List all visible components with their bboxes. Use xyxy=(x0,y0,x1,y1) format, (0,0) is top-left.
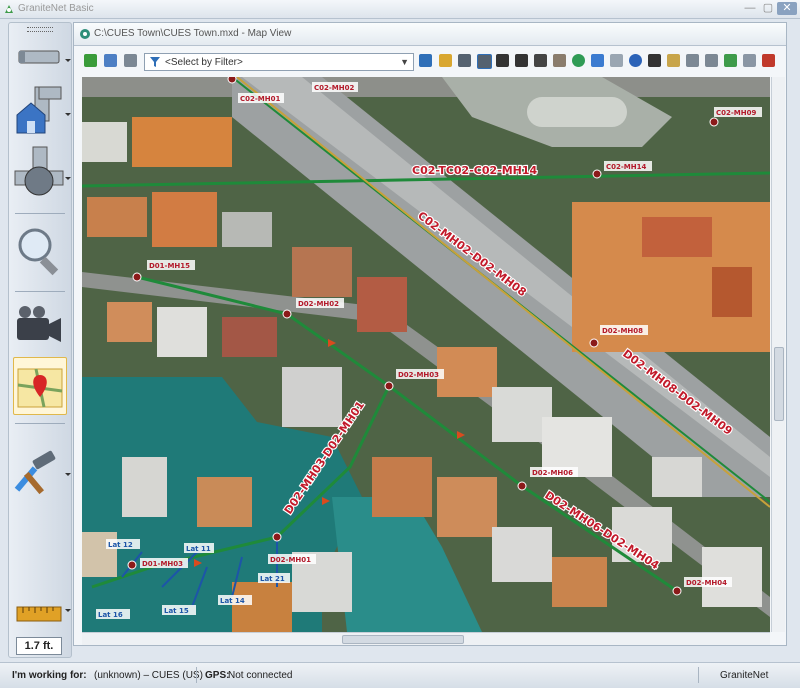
lateral-label: Lat 21 xyxy=(260,575,285,583)
manhole-label: D02-MH06 xyxy=(532,469,573,477)
fit-icon[interactable] xyxy=(534,54,547,67)
manhole-icon xyxy=(14,146,64,196)
tool-divider xyxy=(15,423,65,424)
left-toolbar: 1.7 ft. xyxy=(8,22,72,658)
manhole-label: C02-MH14 xyxy=(606,163,646,171)
map-tool[interactable] xyxy=(13,357,67,415)
maximize-button[interactable]: ▢ xyxy=(760,2,776,15)
lateral-label: Lat 15 xyxy=(164,607,189,615)
manhole-label: D02-MH04 xyxy=(686,579,727,587)
lateral-label: Lat 11 xyxy=(186,545,211,553)
measure-tool-dropdown[interactable] xyxy=(65,609,71,612)
lateral-label: Lat 16 xyxy=(98,611,123,619)
filter-icon[interactable] xyxy=(419,54,432,67)
measure-tool[interactable] xyxy=(13,597,65,629)
lateral-label: Lat 14 xyxy=(220,597,245,605)
lateral-tool[interactable] xyxy=(13,85,65,141)
manhole-label: D01-MH15 xyxy=(149,262,190,270)
magnifier-icon xyxy=(18,228,59,276)
funnel-icon xyxy=(150,57,160,67)
settings-icon[interactable] xyxy=(743,54,756,67)
minimize-button[interactable]: — xyxy=(742,2,758,15)
map-document-icon xyxy=(80,29,90,39)
forward-arrow-icon[interactable] xyxy=(610,54,623,67)
map-pin-icon xyxy=(17,368,63,408)
tool-divider xyxy=(15,213,65,214)
map-toolbar: <Select by Filter> ▼ xyxy=(74,50,786,72)
title-bar: GraniteNet Basic — ▢ ✕ xyxy=(0,0,800,19)
zoom-in-icon[interactable] xyxy=(458,54,471,67)
table-icon[interactable] xyxy=(724,54,737,67)
info-icon[interactable] xyxy=(629,54,642,67)
working-for-label: I'm working for: xyxy=(12,670,87,681)
document-title: C:\CUES Town\CUES Town.mxd - Map View xyxy=(94,28,292,39)
document-tab[interactable]: C:\CUES Town\CUES Town.mxd - Map View xyxy=(74,23,786,46)
status-divider xyxy=(196,667,197,683)
horizontal-scrollbar[interactable] xyxy=(82,632,770,645)
tools-menu-dropdown[interactable] xyxy=(65,473,71,476)
app-name: GraniteNet xyxy=(720,670,769,681)
pipe-tool[interactable] xyxy=(13,35,65,79)
tool-divider xyxy=(15,291,65,292)
filter-placeholder: <Select by Filter> xyxy=(165,56,243,68)
horizontal-scroll-thumb[interactable] xyxy=(342,635,464,644)
lateral-tool-dropdown[interactable] xyxy=(65,113,71,116)
binoculars-icon[interactable] xyxy=(648,54,661,67)
manhole-tool-dropdown[interactable] xyxy=(65,177,71,180)
manhole-label: D02-MH02 xyxy=(298,300,339,308)
open-folder-icon[interactable] xyxy=(439,54,452,67)
refresh-icon[interactable] xyxy=(104,54,117,67)
grip-handle[interactable] xyxy=(27,27,53,32)
ruler-icon xyxy=(16,606,62,622)
users-icon[interactable] xyxy=(762,54,775,67)
manhole-label: D02-MH01 xyxy=(270,556,311,564)
app-title: GraniteNet Basic xyxy=(18,3,94,14)
vertical-scrollbar[interactable] xyxy=(771,77,785,632)
pan-hand-icon[interactable] xyxy=(553,54,566,67)
manhole-label: C02-MH02 xyxy=(314,84,354,92)
print-icon[interactable] xyxy=(124,54,137,67)
select-features-icon[interactable] xyxy=(686,54,699,67)
status-bar: I'm working for: (unknown) – CUES (US) G… xyxy=(0,662,800,688)
full-extent-icon[interactable] xyxy=(515,54,528,67)
vertical-scroll-thumb[interactable] xyxy=(774,347,784,421)
manhole-label: C02-MH09 xyxy=(716,109,756,117)
lateral-label: Lat 12 xyxy=(108,541,133,549)
status-divider xyxy=(698,667,699,683)
manhole-label: D02-MH03 xyxy=(398,371,439,379)
manhole-tool[interactable] xyxy=(13,145,65,203)
aerial-map[interactable]: C02-TC02-C02-MH14 C02-MH02-D02-MH08 D02-… xyxy=(82,77,770,632)
chevron-down-icon: ▼ xyxy=(400,57,409,67)
pipe-icon xyxy=(18,50,60,64)
segment-label: C02-TC02-C02-MH14 xyxy=(412,164,538,177)
hammer-icon xyxy=(14,450,56,495)
zoom-out-icon[interactable] xyxy=(477,54,492,69)
house-pipe-icon xyxy=(16,86,62,134)
measure-readout: 1.7 ft. xyxy=(16,637,62,655)
manhole-label: D02-MH08 xyxy=(602,327,643,335)
gps-value: Not connected xyxy=(228,670,293,681)
zoom-extent-icon[interactable] xyxy=(496,54,509,67)
filter-select[interactable]: <Select by Filter> ▼ xyxy=(144,53,414,71)
pipe-tool-dropdown[interactable] xyxy=(65,59,71,62)
gps-label: GPS: xyxy=(205,670,230,681)
map-canvas[interactable]: C02-TC02-C02-MH14 C02-MH02-D02-MH08 D02-… xyxy=(82,77,770,632)
close-button[interactable]: ✕ xyxy=(777,2,797,15)
manhole-label: D01-MH03 xyxy=(142,560,183,568)
camera-tool[interactable] xyxy=(13,299,65,351)
measure-line-icon[interactable] xyxy=(667,54,680,67)
manhole-label: C02-MH01 xyxy=(240,95,280,103)
layers-icon[interactable] xyxy=(84,54,97,67)
globe-icon[interactable] xyxy=(572,54,585,67)
map-view-window: C:\CUES Town\CUES Town.mxd - Map View <S… xyxy=(73,22,787,646)
video-camera-icon xyxy=(17,306,61,342)
zoom-tool[interactable] xyxy=(13,221,65,281)
app-logo-icon xyxy=(5,5,13,13)
tools-menu[interactable] xyxy=(13,443,65,499)
working-for-value: (unknown) – CUES (US) xyxy=(94,670,203,681)
clear-selection-icon[interactable] xyxy=(705,54,718,67)
back-arrow-icon[interactable] xyxy=(591,54,604,67)
